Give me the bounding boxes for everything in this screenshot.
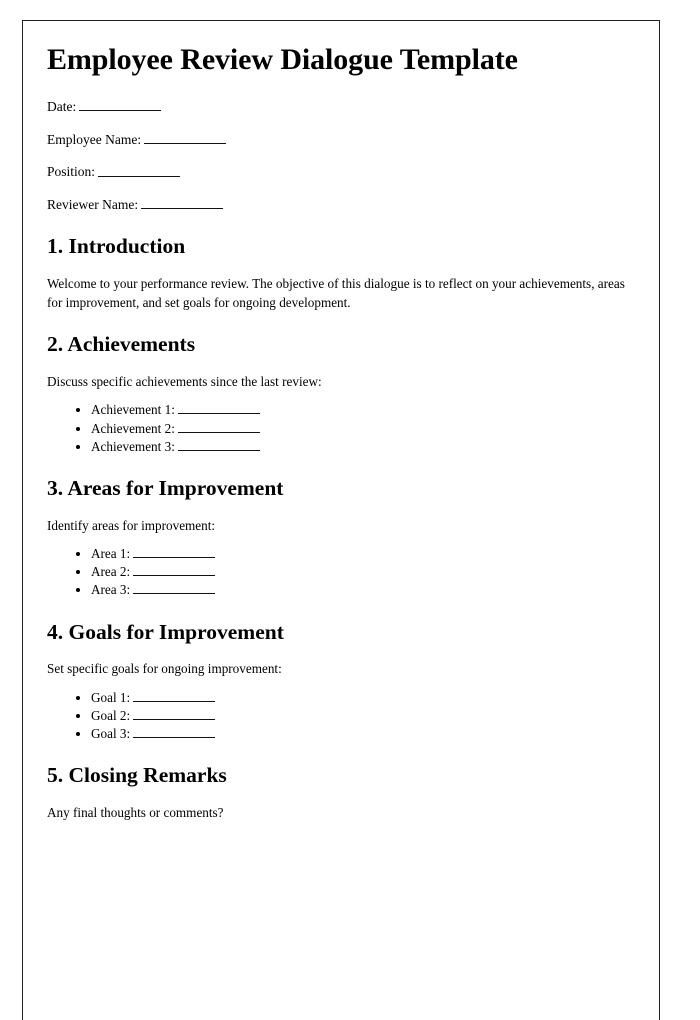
section-areas-for-improvement: 3. Areas for Improvement Identify areas … (47, 476, 629, 600)
list-item-label: Achievement 3: (91, 438, 175, 454)
section-heading: 4. Goals for Improvement (47, 619, 284, 644)
list-item: Goal 2: (91, 707, 629, 725)
achievements-list: Achievement 1: Achievement 2: Achievemen… (47, 401, 629, 456)
section-heading: 2. Achievements (47, 332, 196, 357)
list-item: Goal 3: (91, 725, 629, 743)
list-item-label: Area 2: (91, 564, 131, 580)
section-achievements: 2. Achievements Discuss specific achieve… (47, 332, 629, 456)
list-item-label: Area 3: (91, 582, 131, 598)
date-blank-input[interactable] (79, 99, 162, 111)
list-item: Area 2: (91, 563, 629, 581)
goal-1-blank-input[interactable] (133, 690, 216, 702)
list-item-label: Goal 2: (91, 707, 131, 723)
list-item-label: Goal 3: (91, 725, 131, 741)
section-heading: 1. Introduction (47, 234, 186, 259)
meta-field-label: Reviewer Name: (47, 197, 139, 213)
list-item: Achievement 2: (91, 420, 629, 438)
section-goals-for-improvement: 4. Goals for Improvement Set specific go… (47, 620, 629, 744)
section-intro-text: Any final thoughts or comments? (47, 805, 224, 820)
achievement-1-blank-input[interactable] (177, 403, 260, 415)
meta-field-reviewer-name: Reviewer Name: (47, 197, 629, 214)
meta-field-employee-name: Employee Name: (47, 132, 629, 149)
meta-field-list: Date: Employee Name: Position: Reviewer … (47, 99, 629, 215)
document-body: Employee Review Dialogue Template Date: … (23, 21, 659, 822)
meta-field-label: Date: (47, 98, 77, 114)
section-intro-text: Welcome to your performance review. The … (47, 276, 625, 311)
section-heading: 5. Closing Remarks (47, 763, 227, 788)
list-item-label: Goal 1: (91, 689, 131, 705)
area-1-blank-input[interactable] (133, 546, 216, 558)
meta-field-label: Position: (47, 164, 96, 180)
meta-field-position: Position: (47, 164, 629, 181)
section-closing-remarks: 5. Closing Remarks Any final thoughts or… (47, 763, 629, 822)
meta-field-label: Employee Name: (47, 131, 142, 147)
list-item-label: Area 1: (91, 545, 131, 561)
list-item: Achievement 3: (91, 438, 629, 456)
achievement-2-blank-input[interactable] (177, 421, 260, 433)
goals-list: Goal 1: Goal 2: Goal 3: (47, 689, 629, 744)
section-heading: 3. Areas for Improvement (47, 476, 284, 501)
section-intro-text: Set specific goals for ongoing improveme… (47, 661, 282, 677)
position-blank-input[interactable] (98, 164, 181, 177)
list-item: Area 1: (91, 545, 629, 563)
section-intro-text: Identify areas for improvement: (47, 517, 216, 533)
list-item: Goal 1: (91, 689, 629, 707)
page-title: Employee Review Dialogue Template (47, 43, 518, 76)
area-2-blank-input[interactable] (133, 564, 216, 577)
employee-name-blank-input[interactable] (144, 132, 227, 144)
document-page: Employee Review Dialogue Template Date: … (22, 20, 660, 1020)
area-3-blank-input[interactable] (133, 583, 216, 595)
list-item-label: Achievement 2: (91, 420, 175, 436)
meta-field-date: Date: (47, 99, 629, 116)
list-item: Area 3: (91, 581, 629, 599)
goal-2-blank-input[interactable] (133, 708, 216, 720)
list-item-label: Achievement 1: (91, 402, 175, 418)
list-item: Achievement 1: (91, 401, 629, 419)
section-introduction: 1. Introduction Welcome to your performa… (47, 234, 629, 312)
reviewer-name-blank-input[interactable] (141, 197, 224, 210)
goal-3-blank-input[interactable] (133, 726, 216, 738)
section-intro-text: Discuss specific achievements since the … (47, 374, 322, 390)
achievement-3-blank-input[interactable] (177, 439, 260, 451)
areas-list: Area 1: Area 2: Area 3: (47, 545, 629, 600)
